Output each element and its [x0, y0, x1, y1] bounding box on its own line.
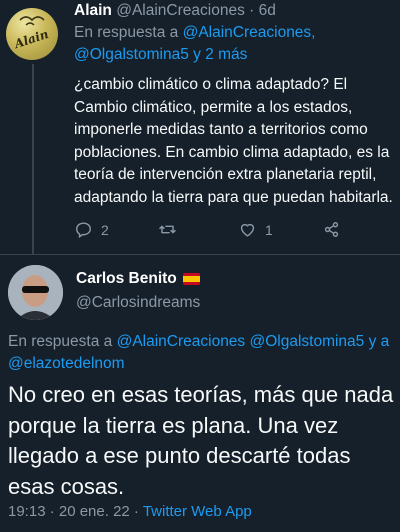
heart-icon: [240, 223, 255, 237]
source-app-link[interactable]: Twitter Web App: [143, 503, 252, 520]
tweet-text: ¿cambio climático o clima adaptado? El C…: [74, 76, 393, 206]
like-button[interactable]: 1: [238, 220, 273, 239]
avatar-carlos[interactable]: [8, 265, 63, 320]
reply-prefix: En respuesta a: [8, 333, 117, 350]
avatar-alain[interactable]: Alain: [6, 8, 58, 60]
like-count: 1: [265, 221, 273, 238]
retweet-button[interactable]: [158, 220, 177, 239]
author-name-text: Carlos Benito: [76, 270, 177, 287]
tweet-header: Alain @AlainCreaciones · 6d: [74, 0, 394, 22]
retweet-icon: [159, 225, 176, 234]
author-name[interactable]: Carlos Benito: [76, 270, 200, 288]
divider: [0, 254, 400, 255]
spain-flag-icon: [182, 273, 200, 285]
tweet-time[interactable]: · 6d: [249, 2, 276, 19]
profile-photo-icon: [8, 265, 63, 320]
reply-count: 2: [101, 221, 109, 238]
tweet-carlos-header: Carlos Benito @Carlosindreams: [76, 270, 200, 312]
author-handle[interactable]: @AlainCreaciones: [116, 2, 245, 19]
author-name[interactable]: Alain: [74, 2, 112, 19]
reply-icon: [76, 222, 91, 238]
reply-context: En respuesta a @AlainCreaciones @Olgalst…: [8, 331, 396, 375]
reply-button[interactable]: 2: [74, 220, 109, 239]
reply-context: En respuesta a @AlainCreaciones, @Olgals…: [74, 22, 394, 66]
thread-connector-line: [32, 64, 34, 254]
share-icon: [324, 222, 339, 237]
tweet-alain: Alain @AlainCreaciones · 6d En respuesta…: [74, 0, 394, 209]
reply-prefix: En respuesta a: [74, 24, 183, 41]
tweet-metadata: 19:13 · 20 ene. 22 · Twitter Web App: [8, 503, 252, 520]
tweet-actions: 2 1: [74, 220, 374, 242]
tweet-text: No creo en esas teorías, más que nada po…: [8, 382, 394, 499]
share-button[interactable]: [322, 220, 341, 239]
author-handle[interactable]: @Carlosindreams: [76, 294, 200, 312]
timestamp[interactable]: 19:13 · 20 ene. 22 ·: [8, 503, 143, 520]
